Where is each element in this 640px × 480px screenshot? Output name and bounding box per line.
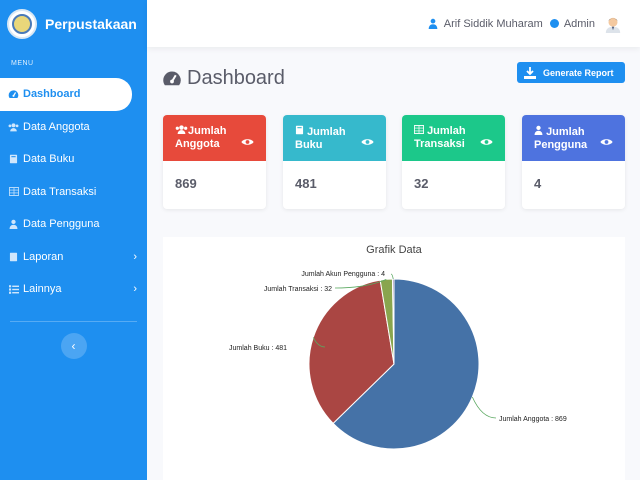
tachometer-icon <box>8 89 19 100</box>
chevron-right-icon: › <box>133 250 137 263</box>
pie-data-label: Jumlah Buku : 481 <box>229 345 287 352</box>
page-title: Dashboard <box>162 67 285 90</box>
book-icon <box>295 125 304 135</box>
pie-data-label: Jumlah Anggota : 869 <box>499 416 567 423</box>
generate-report-button[interactable]: Generate Report <box>517 62 625 83</box>
file-icon <box>8 251 19 262</box>
sidebar: Perpustakaan MENU Dashboard Data Anggota… <box>0 0 147 480</box>
users-icon <box>175 125 188 134</box>
menu-label: MENU <box>11 60 34 67</box>
card-value: 869 <box>175 176 197 191</box>
card-header: Jumlah Buku <box>283 115 386 161</box>
sidebar-item-label: Laporan <box>23 250 64 263</box>
sidebar-toggle-button[interactable]: ‹ <box>60 332 87 359</box>
sidebar-item-data-transaksi[interactable]: Data Transaksi <box>0 176 147 209</box>
chevron-left-icon: ‹ <box>71 338 76 353</box>
eye-icon[interactable] <box>361 137 374 147</box>
card-header: Jumlah Anggota <box>163 115 266 161</box>
online-status-dot <box>549 19 559 28</box>
logo <box>7 8 37 39</box>
book-icon <box>8 154 19 165</box>
sidebar-item-lainnya[interactable]: Lainnya › <box>0 273 147 306</box>
card-value: 32 <box>414 176 429 191</box>
card-header: Jumlah Transaksi <box>402 115 505 161</box>
table-icon <box>413 125 425 134</box>
card-value: 4 <box>534 176 542 191</box>
page-title-text: Dashboard <box>187 67 285 89</box>
pie-connector-line <box>471 396 497 419</box>
sidebar-item-label: Data Transaksi <box>23 185 97 198</box>
sidebar-item-label: Data Buku <box>23 153 75 166</box>
eye-icon[interactable] <box>241 137 254 147</box>
sidebar-item-laporan[interactable]: Laporan › <box>0 241 147 274</box>
sidebar-item-dashboard[interactable]: Dashboard <box>0 78 132 111</box>
card-header: Jumlah Pengguna <box>522 115 625 161</box>
pie-data-label: Jumlah Akun Pengguna : 4 <box>301 271 385 278</box>
pie-data-label: Jumlah Transaksi : 32 <box>264 286 332 293</box>
pie-connector-line <box>390 273 394 280</box>
avatar[interactable] <box>604 15 622 33</box>
pie-chart: Jumlah Anggota : 869 Jumlah Buku : 481 Jum… <box>229 271 567 450</box>
card-jumlah-pengguna: Jumlah Pengguna 4 <box>522 115 625 209</box>
card-jumlah-transaksi: Jumlah Transaksi 32 <box>402 115 505 209</box>
user-role: Admin <box>563 17 595 30</box>
card-jumlah-buku: Jumlah Buku 481 <box>283 115 386 209</box>
eye-icon[interactable] <box>600 137 613 147</box>
generate-report-label: Generate Report <box>543 67 614 78</box>
chevron-right-icon: › <box>133 283 137 296</box>
sidebar-item-label: Lainnya <box>23 283 62 296</box>
brand-title: Perpustakaan <box>45 15 137 32</box>
download-icon <box>524 66 536 79</box>
list-icon <box>8 284 19 295</box>
sidebar-item-label: Data Pengguna <box>23 218 100 231</box>
sidebar-item-data-buku[interactable]: Data Buku <box>0 143 147 176</box>
chart-panel: Grafik Data Jumlah Anggota : 869 Jumlah B… <box>163 237 625 480</box>
user-icon <box>428 18 438 29</box>
sidebar-item-label: Dashboard <box>23 88 81 101</box>
user-name[interactable]: Arif Siddik Muharam <box>444 18 543 30</box>
card-jumlah-anggota: Jumlah Anggota 869 <box>163 115 266 209</box>
table-icon <box>8 186 19 197</box>
users-icon <box>8 121 19 132</box>
card-value: 481 <box>295 176 317 191</box>
tachometer-icon <box>163 71 181 85</box>
user-icon <box>534 125 543 135</box>
user-icon <box>8 219 19 230</box>
sidebar-item-label: Data Anggota <box>23 120 90 133</box>
topbar: Arif Siddik Muharam Admin <box>147 0 640 47</box>
brand[interactable]: Perpustakaan <box>0 0 147 47</box>
sidebar-nav: Dashboard Data Anggota Data Buku Data Tr… <box>0 78 147 306</box>
sidebar-item-data-anggota[interactable]: Data Anggota <box>0 111 147 144</box>
sidebar-item-data-pengguna[interactable]: Data Pengguna <box>0 208 147 241</box>
eye-icon[interactable] <box>480 137 493 147</box>
sidebar-divider <box>10 320 137 322</box>
